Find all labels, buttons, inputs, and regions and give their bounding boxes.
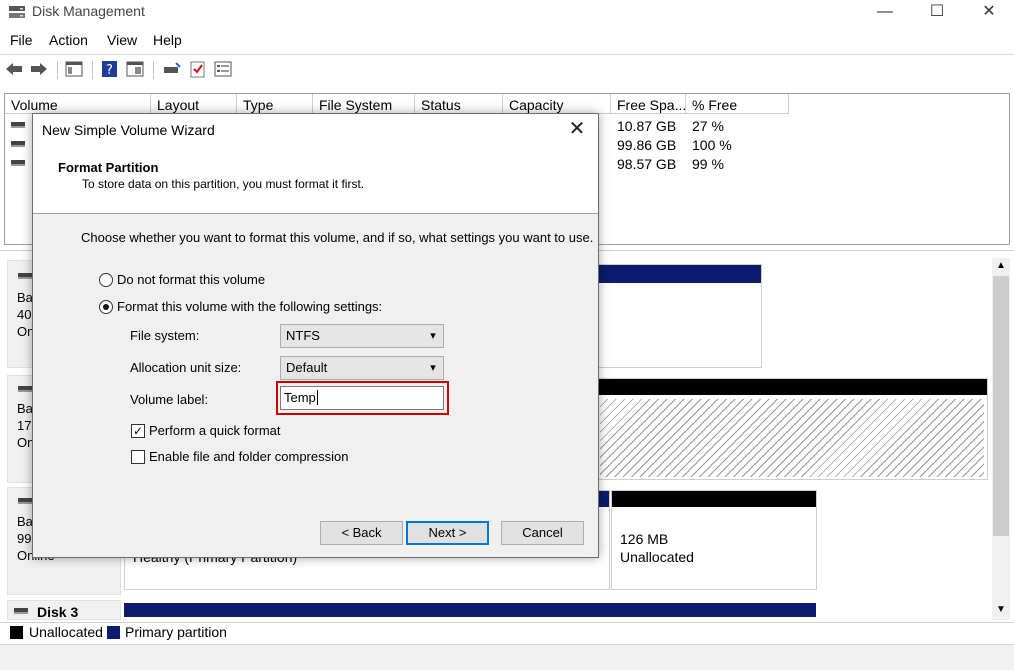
back-button[interactable]: < Back <box>320 521 403 545</box>
svg-text:?: ? <box>106 63 113 78</box>
column-header-status[interactable]: Status <box>415 94 503 114</box>
radio-do-not-format-label[interactable]: Do not format this volume <box>117 272 265 287</box>
chevron-down-icon: ▾ <box>430 362 436 374</box>
new-simple-volume-wizard: New Simple Volume Wizard ✕ Format Partit… <box>32 113 599 558</box>
unallocated-size: 126 MB <box>620 531 669 547</box>
volume-label-input[interactable]: Temp <box>280 386 444 410</box>
help-icon[interactable]: ? <box>100 60 120 78</box>
menu-view[interactable]: View <box>107 32 137 48</box>
file-system-label: File system: <box>130 328 200 343</box>
text-cursor <box>316 390 318 405</box>
free-space-cell: 99.86 GB <box>617 137 677 153</box>
file-system-select[interactable]: NTFS ▾ <box>280 324 444 348</box>
quick-format-checkbox[interactable]: ✓ <box>131 424 145 438</box>
column-header-type[interactable]: Type <box>237 94 313 114</box>
title-bar: Disk Management — ☐ ✕ <box>0 0 1014 30</box>
back-icon[interactable] <box>4 60 24 78</box>
wizard-header: Format Partition To store data on this p… <box>33 146 598 214</box>
dialog-title-bar: New Simple Volume Wizard ✕ <box>33 114 598 146</box>
cancel-button[interactable]: Cancel <box>501 521 584 545</box>
percent-free-cell: 27 % <box>692 118 724 134</box>
menu-help[interactable]: Help <box>153 32 182 48</box>
legend: Unallocated Primary partition <box>0 622 1014 642</box>
disk-icon <box>18 386 32 392</box>
forward-icon[interactable] <box>29 60 49 78</box>
allocation-unit-size-value: Default <box>286 360 328 375</box>
wizard-page-title: Format Partition <box>58 160 159 175</box>
compression-checkbox[interactable] <box>131 450 145 464</box>
column-header-file-system[interactable]: File System <box>313 94 415 114</box>
show-pane-icon[interactable] <box>125 60 145 78</box>
status-bar <box>0 644 1014 670</box>
menu-file[interactable]: File <box>10 32 33 48</box>
instruction-text: Choose whether you want to format this v… <box>81 230 594 245</box>
volume-label-label: Volume label: <box>130 392 209 407</box>
unallocated-label: Unallocated <box>620 549 694 565</box>
wizard-page-subtitle: To store data on this partition, you mus… <box>82 177 365 191</box>
menu-bar: File Action View Help <box>0 30 1014 52</box>
toolbar: ? <box>0 54 1014 84</box>
legend-primary: Primary partition <box>125 624 227 640</box>
primary-partition-bar <box>124 603 816 617</box>
menu-action[interactable]: Action <box>49 32 88 48</box>
unallocated-bar <box>612 491 816 507</box>
column-header-layout[interactable]: Layout <box>151 94 237 114</box>
scroll-down-icon[interactable]: ▼ <box>992 602 1010 618</box>
partition-box[interactable] <box>596 264 762 368</box>
properties-icon[interactable] <box>213 60 233 78</box>
toolbar-separator <box>57 61 58 79</box>
dialog-title: New Simple Volume Wizard <box>42 122 215 138</box>
radio-do-not-format[interactable] <box>99 273 113 287</box>
column-header-capacity[interactable]: Capacity <box>503 94 611 114</box>
file-system-value: NTFS <box>286 328 320 343</box>
volume-icon <box>11 122 25 128</box>
toolbar-separator <box>153 61 154 79</box>
disk-icon <box>18 273 32 279</box>
legend-unallocated: Unallocated <box>29 624 103 640</box>
free-space-cell: 98.57 GB <box>617 156 677 172</box>
disk-icon <box>14 608 28 614</box>
disk-management-icon <box>9 6 25 18</box>
percent-free-cell: 99 % <box>692 156 724 172</box>
radio-format-volume[interactable] <box>99 300 113 314</box>
unallocated-partition-box[interactable]: 126 MB Unallocated <box>611 490 817 590</box>
disk-3-label: Disk 3 <box>37 604 79 620</box>
scroll-up-icon[interactable]: ▲ <box>992 258 1010 274</box>
disk-icon[interactable] <box>162 60 182 78</box>
percent-free-cell: 100 % <box>692 137 732 153</box>
unallocated-bar <box>597 379 987 395</box>
scroll-thumb[interactable] <box>993 276 1009 536</box>
primary-partition-swatch <box>107 626 120 639</box>
primary-partition-bar <box>597 265 761 283</box>
allocation-unit-size-label: Allocation unit size: <box>130 360 242 375</box>
next-button[interactable]: Next > <box>406 521 489 545</box>
chevron-down-icon: ▾ <box>430 330 436 342</box>
checklist-icon[interactable] <box>188 60 208 78</box>
volume-icon <box>11 160 25 166</box>
disk-icon <box>18 498 32 504</box>
allocation-unit-size-select[interactable]: Default ▾ <box>280 356 444 380</box>
selected-unallocated-box[interactable] <box>596 378 988 480</box>
radio-format-volume-label[interactable]: Format this volume with the following se… <box>117 299 382 314</box>
maximize-button[interactable]: ☐ <box>914 0 960 28</box>
column-header-volume[interactable]: Volume <box>5 94 151 114</box>
quick-format-label[interactable]: Perform a quick format <box>149 423 281 438</box>
console-tree-icon[interactable] <box>64 60 84 78</box>
volume-label-value: Temp <box>284 390 316 405</box>
volume-icon <box>11 141 25 147</box>
disk-row-label[interactable]: Disk 3 <box>7 600 121 620</box>
column-header-free-space[interactable]: Free Spa... <box>611 94 686 114</box>
minimize-button[interactable]: — <box>862 0 908 28</box>
unallocated-swatch <box>10 626 23 639</box>
dialog-close-button[interactable]: ✕ <box>563 116 591 142</box>
column-header-percent-free[interactable]: % Free <box>686 94 789 114</box>
window-title: Disk Management <box>32 3 145 19</box>
close-button[interactable]: ✕ <box>966 0 1012 28</box>
free-space-cell: 10.87 GB <box>617 118 677 134</box>
toolbar-separator <box>92 61 93 79</box>
compression-label[interactable]: Enable file and folder compression <box>149 449 348 464</box>
selection-hatch <box>600 399 984 477</box>
